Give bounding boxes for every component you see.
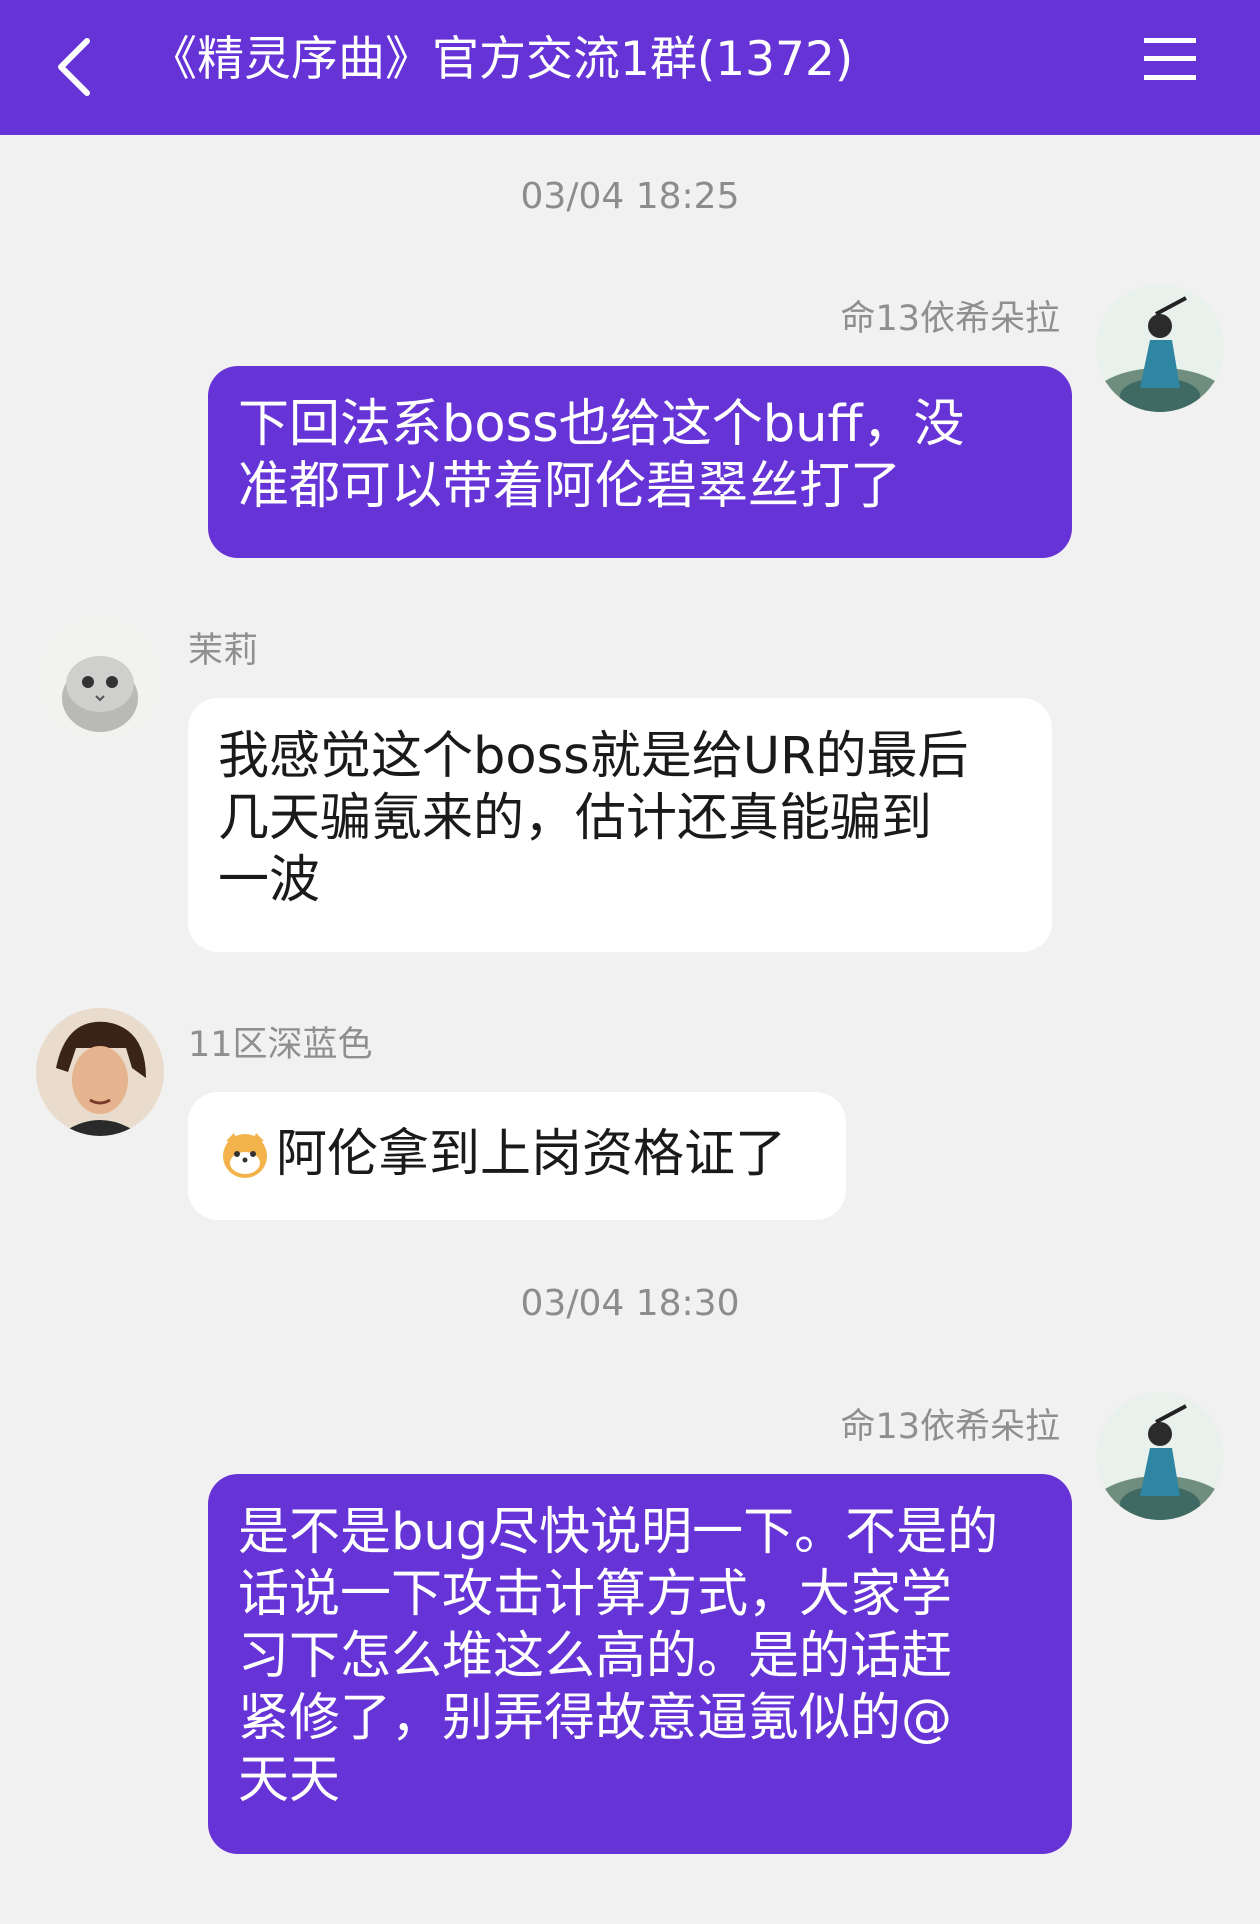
menu-button[interactable] xyxy=(1132,26,1208,92)
message-bubble[interactable]: 我感觉这个boss就是给UR的最后 几天骗氪来的，估计还真能骗到 一波 xyxy=(188,698,1052,952)
message-line: 准都可以带着阿伦碧翠丝打了 xyxy=(238,457,902,516)
avatar[interactable] xyxy=(36,614,164,742)
sender-name: 命13依希朵拉 xyxy=(840,1407,1060,1447)
avatar[interactable] xyxy=(1096,1392,1224,1520)
message-line: 紧修了，别弄得故意逼氪似的@ xyxy=(238,1689,953,1748)
sender-name: 11区深蓝色 xyxy=(188,1025,373,1065)
avatar[interactable] xyxy=(1096,284,1224,412)
message-line: 阿伦拿到上岗资格证了 xyxy=(218,1124,816,1196)
message-bubble[interactable]: 阿伦拿到上岗资格证了 xyxy=(188,1092,846,1220)
shiba-dog-emoji-icon xyxy=(218,1127,272,1196)
message-line: 习下怎么堆这么高的。是的话赶 xyxy=(238,1627,953,1686)
message-text: 阿伦拿到上岗资格证了 xyxy=(276,1125,787,1184)
message-line: 下回法系boss也给这个buff，没 xyxy=(238,395,965,454)
hamburger-menu-icon xyxy=(1144,38,1196,80)
message-bubble[interactable]: 是不是bug尽快说明一下。不是的 话说一下攻击计算方式，大家学 习下怎么堆这么高… xyxy=(208,1474,1072,1854)
chevron-left-icon xyxy=(58,38,90,96)
timestamp: 03/04 18:30 xyxy=(520,1283,740,1324)
top-bar: 《精灵序曲》官方交流1群(1372) xyxy=(0,0,1260,135)
message-line: 几天骗氪来的，估计还真能骗到 xyxy=(218,789,933,848)
sender-name: 茉莉 xyxy=(188,631,259,671)
message-line: 一波 xyxy=(218,851,321,910)
sender-name: 命13依希朵拉 xyxy=(840,299,1060,339)
timestamp: 03/04 18:25 xyxy=(520,176,740,217)
message-line: 天天 xyxy=(238,1751,341,1810)
back-button[interactable] xyxy=(38,22,108,112)
avatar[interactable] xyxy=(36,1008,164,1136)
message-bubble[interactable]: 下回法系boss也给这个buff，没 准都可以带着阿伦碧翠丝打了 xyxy=(208,366,1072,558)
chat-title: 《精灵序曲》官方交流1群(1372) xyxy=(150,32,854,87)
message-line: 是不是bug尽快说明一下。不是的 xyxy=(238,1503,999,1562)
message-line: 话说一下攻击计算方式，大家学 xyxy=(238,1565,953,1624)
message-line: 我感觉这个boss就是给UR的最后 xyxy=(218,727,969,786)
